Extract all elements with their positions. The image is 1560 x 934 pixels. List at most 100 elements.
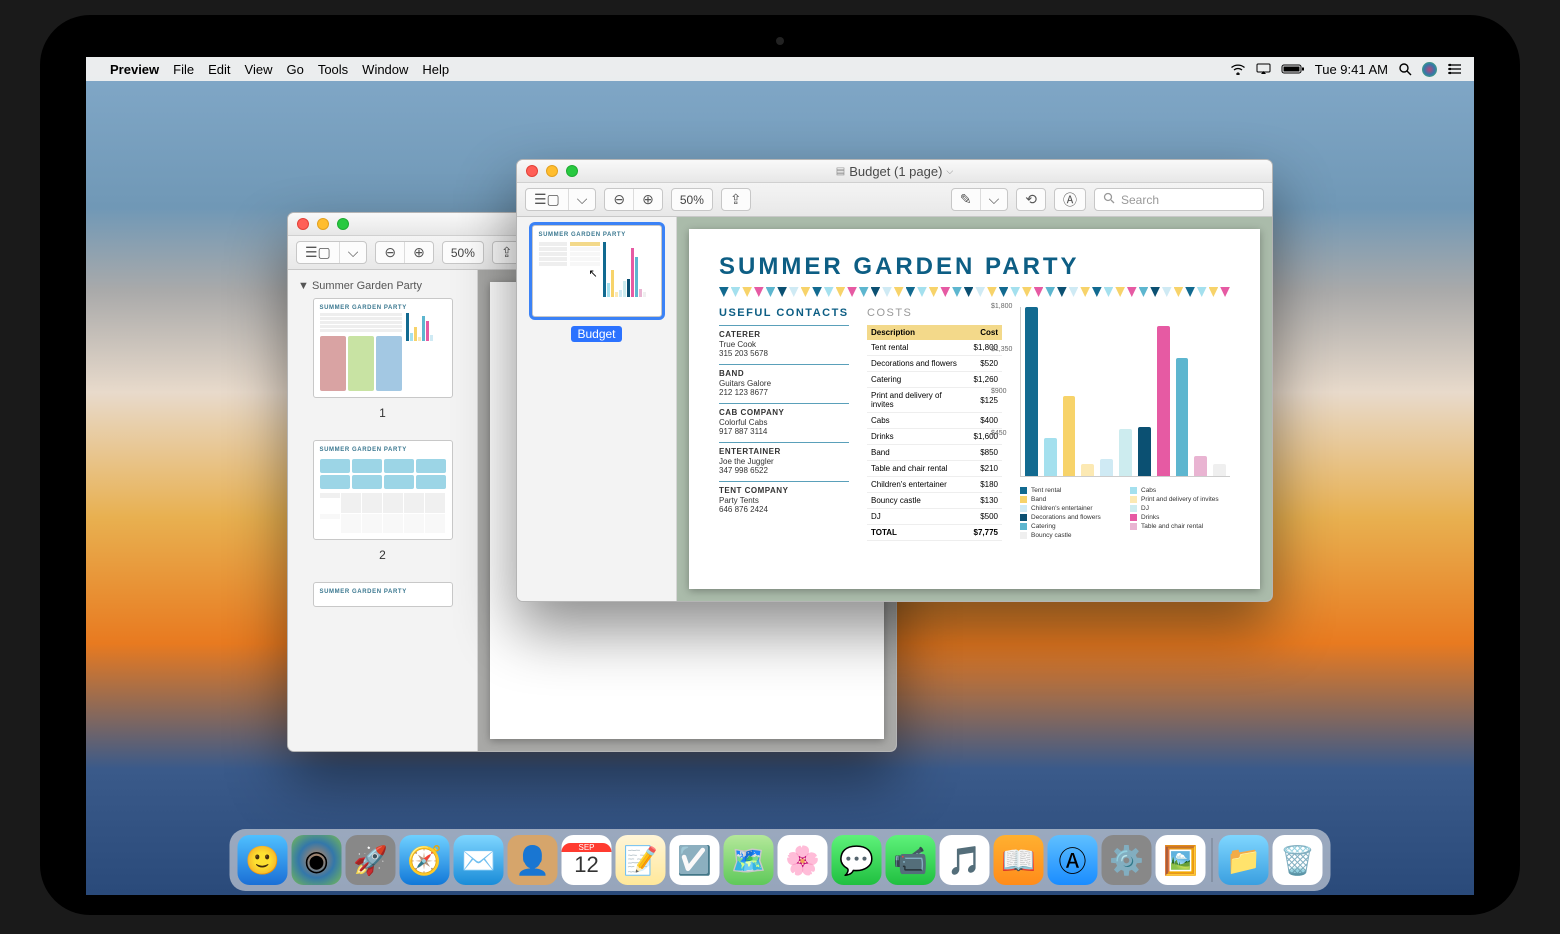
table-row: Tent rental$1,800 xyxy=(867,340,1002,356)
share-icon: ⇪ xyxy=(501,244,513,261)
legend-item: Table and chair rental xyxy=(1130,523,1230,530)
legend-item: DJ xyxy=(1130,505,1230,512)
chevron-down-icon: ⌵ xyxy=(348,244,359,261)
spotlight-icon[interactable] xyxy=(1398,62,1412,76)
trash-icon[interactable]: 🗑️ xyxy=(1273,835,1323,885)
chevron-down-icon: ⌵ xyxy=(989,191,1000,208)
zoom-in-button[interactable]: ⊕ xyxy=(634,189,662,210)
notification-center-icon[interactable] xyxy=(1447,63,1462,75)
maps-icon[interactable]: 🗺️ xyxy=(724,835,774,885)
thumbnails-sidebar[interactable]: SUMMER GARDEN PARTY ↖ xyxy=(517,217,677,601)
zoom-out-button[interactable]: ⊖ xyxy=(376,242,405,263)
reminders-icon[interactable]: ☑️ xyxy=(670,835,720,885)
downloads-icon[interactable]: 📁 xyxy=(1219,835,1269,885)
zoom-in-icon: ⊕ xyxy=(642,191,654,208)
camera-dot xyxy=(776,37,784,45)
dock-divider xyxy=(1212,838,1213,882)
mail-icon[interactable]: ✉️ xyxy=(454,835,504,885)
view-mode-button[interactable]: ☰▢ ⌵ xyxy=(296,241,367,264)
table-row: Print and delivery of invites$125 xyxy=(867,388,1002,413)
menu-go[interactable]: Go xyxy=(286,62,303,77)
menu-tools[interactable]: Tools xyxy=(318,62,348,77)
contacts-icon[interactable]: 👤 xyxy=(508,835,558,885)
page-thumbnail[interactable]: SUMMER GARDEN PARTY ↖ xyxy=(532,225,662,317)
bunting-decoration xyxy=(719,287,1230,297)
rotate-icon: ⟲ xyxy=(1025,191,1037,208)
search-placeholder: Search xyxy=(1121,193,1159,207)
page-thumbnail[interactable]: SUMMER GARDEN PARTY xyxy=(313,298,453,398)
menubar: Preview File Edit View Go Tools Window H… xyxy=(86,57,1474,81)
document-canvas[interactable]: SUMMER GARDEN PARTY USEFUL CONTACTS CATE… xyxy=(677,217,1272,601)
share-button[interactable]: ⇪ xyxy=(722,189,750,210)
preview-icon[interactable]: 🖼️ xyxy=(1156,835,1206,885)
zoom-level[interactable]: 50% xyxy=(672,189,712,210)
menu-edit[interactable]: Edit xyxy=(208,62,230,77)
view-mode-button[interactable]: ☰▢ ⌵ xyxy=(525,188,596,211)
costs-table: Description Cost Tent rental$1,800Decora… xyxy=(867,325,1002,541)
menu-window[interactable]: Window xyxy=(362,62,408,77)
table-header-desc: Description xyxy=(867,325,970,340)
front-window[interactable]: ▤ Budget (1 page) ⌵ ☰▢ ⌵ ⊖ ⊕ 50% ⇪ ✎ xyxy=(516,159,1273,602)
chart-bar xyxy=(1194,456,1207,476)
window-title[interactable]: ▤ Budget (1 page) ⌵ xyxy=(517,164,1272,179)
chart-bar xyxy=(1138,427,1151,476)
markup-button[interactable]: Ⓐ xyxy=(1055,189,1085,210)
rotate-button[interactable]: ⟲ xyxy=(1017,189,1045,210)
siri-status-icon[interactable] xyxy=(1422,62,1437,77)
photos-icon[interactable]: 🌸 xyxy=(778,835,828,885)
doc-title: SUMMER GARDEN PARTY xyxy=(719,253,1230,281)
chart-legend: Tent rentalCabsBandPrint and delivery of… xyxy=(1020,487,1230,539)
page-number-label: 1 xyxy=(296,406,469,420)
page-thumbnail[interactable]: SUMMER GARDEN PARTY xyxy=(313,582,453,607)
search-input[interactable]: Search xyxy=(1094,188,1264,211)
table-row: DJ$500 xyxy=(867,509,1002,525)
zoom-level[interactable]: 50% xyxy=(443,242,483,263)
zoom-out-button[interactable]: ⊖ xyxy=(605,189,634,210)
menubar-clock[interactable]: Tue 9:41 AM xyxy=(1315,62,1388,77)
itunes-icon[interactable]: 🎵 xyxy=(940,835,990,885)
sidebar-group-header[interactable]: ▼ Summer Garden Party xyxy=(298,280,469,292)
legend-item: Catering xyxy=(1020,523,1120,530)
table-row: Decorations and flowers$520 xyxy=(867,356,1002,372)
toolbar: ☰▢ ⌵ ⊖ ⊕ 50% ⇪ ✎ ⌵ ⟲ Ⓐ Search xyxy=(517,183,1272,217)
messages-icon[interactable]: 💬 xyxy=(832,835,882,885)
ibooks-icon[interactable]: 📖 xyxy=(994,835,1044,885)
table-header-cost: Cost xyxy=(970,325,1002,340)
finder-icon[interactable]: 🙂 xyxy=(238,835,288,885)
notes-icon[interactable]: 📝 xyxy=(616,835,666,885)
zoom-in-button[interactable]: ⊕ xyxy=(405,242,433,263)
battery-icon[interactable] xyxy=(1281,63,1305,75)
menubar-app-name[interactable]: Preview xyxy=(110,62,159,77)
menu-help[interactable]: Help xyxy=(422,62,449,77)
page-number-label: 2 xyxy=(296,548,469,562)
chart-bar xyxy=(1081,464,1094,476)
siri-icon[interactable]: ◉ xyxy=(292,835,342,885)
menu-view[interactable]: View xyxy=(245,62,273,77)
table-row: Bouncy castle$130 xyxy=(867,493,1002,509)
markup-icon: Ⓐ xyxy=(1063,190,1077,210)
menu-file[interactable]: File xyxy=(173,62,194,77)
facetime-icon[interactable]: 📹 xyxy=(886,835,936,885)
page-thumbnail[interactable]: SUMMER GARDEN PARTY xyxy=(313,440,453,540)
wifi-icon[interactable] xyxy=(1230,63,1246,75)
table-row: Table and chair rental$210 xyxy=(867,461,1002,477)
zoom-out-icon: ⊖ xyxy=(613,191,625,208)
launchpad-icon[interactable]: 🚀 xyxy=(346,835,396,885)
table-row: Band$850 xyxy=(867,445,1002,461)
thumbnails-sidebar[interactable]: ▼ Summer Garden Party SUMMER GARDEN PART… xyxy=(288,270,478,751)
contact-block: CAB COMPANYColorful Cabs917 887 3114 xyxy=(719,403,849,442)
legend-item: Print and delivery of invites xyxy=(1130,496,1230,503)
chart-bar xyxy=(1119,429,1132,476)
airplay-icon[interactable] xyxy=(1256,63,1271,75)
appstore-icon[interactable]: Ⓐ xyxy=(1048,835,1098,885)
safari-icon[interactable]: 🧭 xyxy=(400,835,450,885)
highlight-button[interactable]: ✎ ⌵ xyxy=(951,188,1008,211)
preferences-icon[interactable]: ⚙️ xyxy=(1102,835,1152,885)
legend-item: Children's entertainer xyxy=(1020,505,1120,512)
legend-item: Bouncy castle xyxy=(1020,532,1120,539)
legend-item: Drinks xyxy=(1130,514,1230,521)
chart-bar xyxy=(1100,459,1113,476)
chevron-down-icon: ⌵ xyxy=(946,166,953,177)
calendar-icon[interactable]: SEP12 xyxy=(562,835,612,885)
chart-bar xyxy=(1213,464,1226,476)
